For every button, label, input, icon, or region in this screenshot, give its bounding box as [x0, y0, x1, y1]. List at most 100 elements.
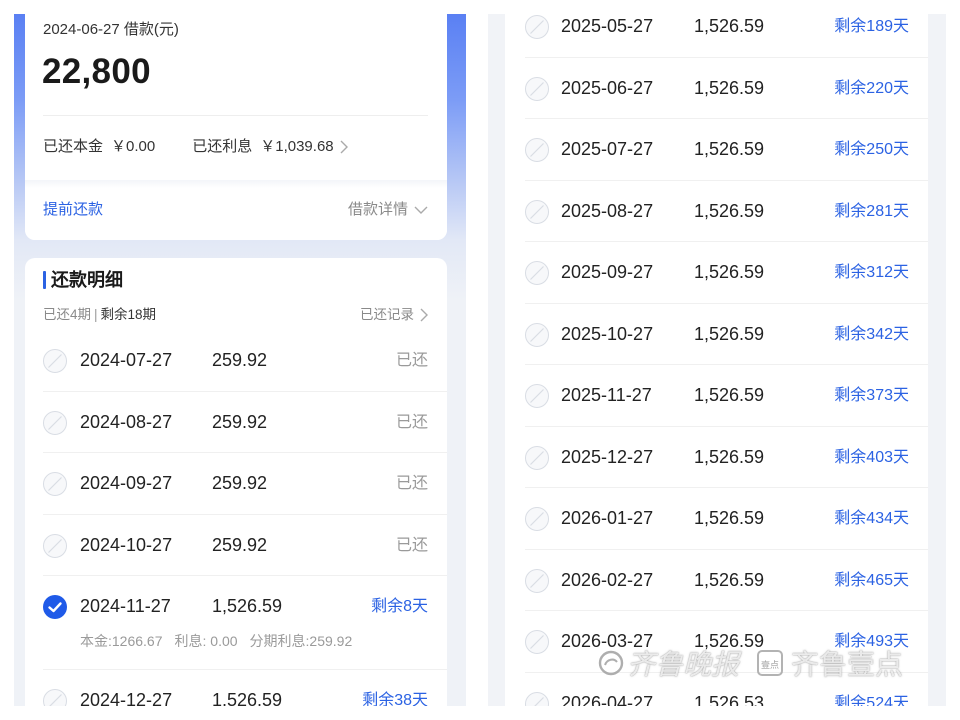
disabled-circle-icon[interactable]	[43, 349, 67, 373]
disabled-circle-icon[interactable]	[525, 76, 549, 101]
repayment-row[interactable]: 2026-02-27 1,526.59 剩余465天	[505, 550, 928, 612]
installment-status: 剩余189天	[834, 18, 909, 36]
disabled-circle-icon[interactable]	[525, 322, 549, 347]
installment-status: 剩余220天	[834, 79, 909, 97]
installment-status: 剩余373天	[834, 387, 909, 405]
installment-status: 已还	[395, 413, 428, 431]
installment-amount: 259.92	[212, 473, 268, 494]
repayment-row[interactable]: 2025-08-27 1,526.59 剩余281天	[505, 181, 928, 243]
installment-breakdown: 本金:1266.67 利息: 0.00 分期利息:259.92	[80, 630, 364, 652]
installment-status: 剩余38天	[362, 692, 428, 706]
repayment-row[interactable]: 2025-07-27 1,526.59 剩余250天	[505, 119, 928, 181]
installment-amount: 1,526.59	[212, 596, 283, 617]
repayment-row[interactable]: 2025-09-27 1,526.59 剩余312天	[505, 242, 928, 304]
disabled-circle-icon[interactable]	[43, 472, 67, 496]
repayment-row[interactable]: 2025-06-27 1,526.59 剩余220天	[505, 58, 928, 120]
installment-amount: 259.92	[212, 534, 268, 555]
due-date: 2025-08-27	[561, 200, 654, 221]
chevron-right-icon[interactable]	[340, 140, 348, 154]
due-date: 2025-05-27	[561, 16, 654, 37]
right-screenshot: 2025-05-27 1,526.59 剩余189天 2025-06-27 1,526.…	[488, 0, 946, 706]
disabled-circle-icon[interactable]	[525, 15, 549, 39]
due-date: 2024-12-27	[80, 690, 173, 706]
installment-status: 剩余250天	[834, 141, 909, 159]
watermark-brand-right: 齐鲁壹点	[791, 648, 904, 681]
installment-status: 剩余403天	[834, 448, 909, 466]
divider	[43, 115, 428, 116]
disabled-circle-icon[interactable]	[525, 384, 549, 408]
period-summary: 已还4期 | 剩余18期	[43, 306, 156, 324]
installment-status: 已还	[395, 352, 428, 370]
due-date: 2025-11-27	[561, 385, 652, 406]
repayment-row[interactable]: 2024-08-27 259.92 已还	[25, 392, 447, 454]
installment-status: 剩余465天	[834, 571, 909, 589]
installment-status: 已还	[395, 536, 428, 554]
disabled-circle-icon[interactable]	[525, 568, 549, 593]
disabled-circle-icon[interactable]	[43, 689, 67, 706]
interest-paid-label[interactable]: 已还利息	[192, 137, 252, 157]
installment-status: 已还	[395, 475, 428, 493]
repayment-list: 2025-05-27 1,526.59 剩余189天 2025-06-27 1,526.…	[505, 0, 928, 706]
watermark: 齐鲁晚报 壹点 齐鲁壹点	[598, 645, 903, 681]
disabled-circle-icon[interactable]	[43, 410, 67, 435]
installment-amount: 1,526.59	[694, 139, 765, 160]
installment-status: 剩余342天	[834, 325, 909, 343]
interest-paid-value[interactable]: ￥1,039.68	[260, 137, 333, 157]
installment-amount: 1,526.59	[694, 200, 765, 221]
repayment-row[interactable]: 2024-07-27 259.92 已还	[25, 330, 447, 392]
due-date: 2025-07-27	[561, 139, 654, 160]
disabled-circle-icon[interactable]	[525, 507, 549, 531]
chevron-down-icon	[414, 206, 428, 214]
paid-history-label: 已还记录	[360, 307, 414, 322]
prepay-button[interactable]: 提前还款	[43, 200, 103, 220]
disabled-circle-icon[interactable]	[43, 533, 67, 558]
loan-details-toggle[interactable]: 借款详情	[348, 200, 428, 220]
due-date: 2025-09-27	[561, 262, 654, 283]
disabled-circle-icon[interactable]	[525, 691, 549, 706]
installment-amount: 259.92	[212, 411, 268, 432]
principal-paid-value: ￥0.00	[111, 138, 156, 155]
repayment-row[interactable]: 2025-11-27 1,526.59 剩余373天	[505, 365, 928, 427]
title-accent-bar	[43, 271, 46, 289]
installment-amount: 1,526.59	[694, 77, 765, 98]
paid-periods: 已还4期	[43, 307, 92, 322]
repayment-row[interactable]: 2025-05-27 1,526.59 剩余189天	[505, 0, 928, 58]
loan-amount: 22,800	[42, 52, 151, 91]
disabled-circle-icon[interactable]	[525, 261, 549, 285]
installment-amount: 1,526.59	[694, 446, 765, 467]
repayment-row[interactable]: 2024-10-27 259.92 已还	[25, 515, 447, 577]
repayment-row[interactable]: 2024-12-27 1,526.59 剩余38天	[25, 670, 447, 706]
repayment-row[interactable]: 2024-09-27 259.92 已还	[25, 453, 447, 515]
installment-amount: 1,526.59	[212, 690, 283, 706]
checked-circle-icon[interactable]	[43, 595, 67, 619]
disabled-circle-icon[interactable]	[525, 445, 549, 470]
breakdown-item: 利息: 0.00	[174, 633, 238, 649]
installment-status: 剩余312天	[834, 264, 909, 282]
remaining-periods: 剩余18期	[100, 307, 157, 322]
principal-paid-label: 已还本金	[43, 138, 104, 155]
due-date: 2024-10-27	[80, 534, 173, 555]
installment-amount: 1,526.59	[694, 323, 765, 344]
repayment-list: 2024-07-27 259.92 已还 2024-08-27 259.92 已还 2024…	[25, 330, 447, 706]
repayment-row[interactable]: 2024-11-27 1,526.59 剩余8天 本金:1266.67 利息: 0.00…	[25, 576, 447, 671]
repayment-row[interactable]: 2025-10-27 1,526.59 剩余342天	[505, 304, 928, 366]
separator: |	[94, 307, 98, 322]
installment-amount: 1,526.59	[694, 569, 765, 590]
loan-date-label: 2024-06-27 借款(元)	[43, 21, 179, 38]
breakdown-item: 本金:1266.67	[80, 633, 163, 649]
chevron-right-icon	[420, 308, 428, 322]
paid-history-link[interactable]: 已还记录	[360, 306, 428, 324]
repayment-schedule-card: 2025-05-27 1,526.59 剩余189天 2025-06-27 1,526.…	[505, 0, 928, 706]
disabled-circle-icon[interactable]	[525, 138, 549, 162]
due-date: 2026-02-27	[561, 569, 654, 590]
repayment-row[interactable]: 2026-01-27 1,526.59 剩余434天	[505, 488, 928, 550]
disabled-circle-icon[interactable]	[525, 199, 549, 224]
installment-status: 剩余434天	[834, 510, 909, 528]
due-date: 2024-11-27	[80, 596, 171, 617]
watermark-logo-box: 壹点	[757, 650, 784, 676]
loan-details-label: 借款详情	[347, 201, 408, 218]
left-screenshot: 2024-06-27 借款(元) 22,800 已还本金 ￥0.00 已还利息 …	[14, 0, 466, 706]
disabled-circle-icon[interactable]	[525, 630, 549, 654]
repayment-row[interactable]: 2025-12-27 1,526.59 剩余403天	[505, 427, 928, 489]
installment-amount: 259.92	[212, 350, 268, 371]
